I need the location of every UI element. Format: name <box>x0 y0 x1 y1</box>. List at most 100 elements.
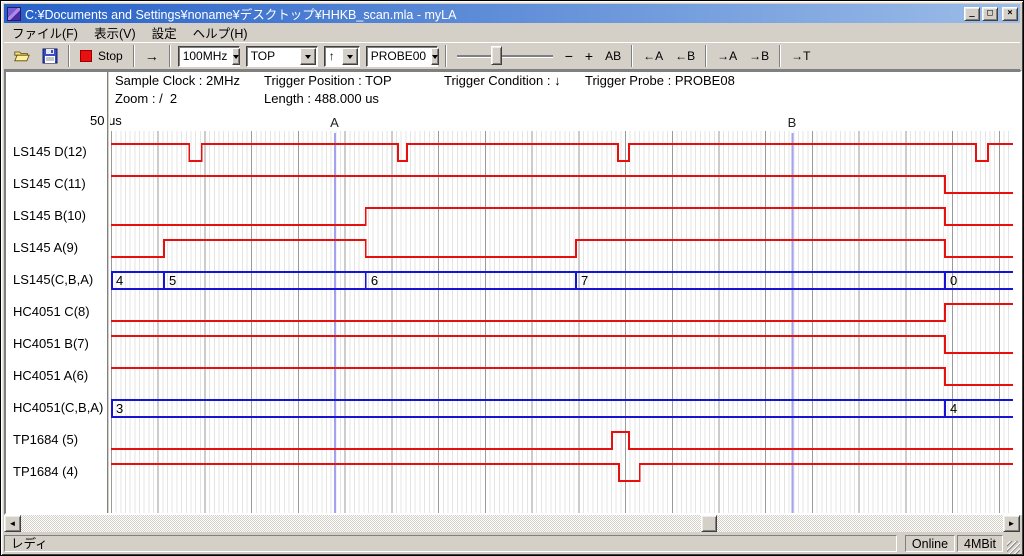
waveform-plot: 4567034 <box>111 131 1013 513</box>
bus-value: 7 <box>581 273 588 288</box>
goto-cursor-b-button[interactable]: →B <box>743 44 775 68</box>
bus-value: 5 <box>169 273 176 288</box>
run-single-button[interactable]: → <box>139 44 165 68</box>
trigger-edge-combo[interactable]: ↑ <box>324 46 360 67</box>
channel-label: HC4051 C(8) <box>13 303 90 321</box>
horizontal-scrollbar[interactable]: ◄ ► <box>4 515 1020 532</box>
stop-label: Stop <box>98 49 123 63</box>
channel-label: LS145 C(11) <box>13 175 86 193</box>
trigger-position-combo[interactable]: TOP <box>246 46 318 67</box>
close-button[interactable]: × <box>1002 7 1018 21</box>
menu-file[interactable]: ファイル(F) <box>4 21 86 44</box>
waveform-grid: 4567034 <box>111 131 1013 513</box>
sample-clock-combo[interactable]: 100MHz <box>178 46 240 67</box>
panel-divider[interactable] <box>107 72 110 513</box>
goto-cursor-a-button[interactable]: →A <box>711 44 743 68</box>
channel-label: LS145 B(10) <box>13 207 86 225</box>
toolbar-separator <box>445 45 447 67</box>
stop-icon <box>80 50 92 62</box>
zoom-slider-track <box>457 55 553 57</box>
trace-HC4051 C(8) <box>111 304 1013 321</box>
set-cursor-b-button[interactable]: ←B <box>669 44 701 68</box>
save-floppy-icon <box>42 48 58 64</box>
zoom-slider-thumb[interactable] <box>491 46 502 65</box>
zoom-info: Zoom : / 2 <box>115 91 177 106</box>
trace-TP1684 (5) <box>111 432 1013 449</box>
toolbar-separator <box>169 45 171 67</box>
trace-LS145 D(12) <box>111 144 1013 161</box>
trace-TP1684 (4) <box>111 464 1013 481</box>
trace-LS145 B(10) <box>111 208 1013 225</box>
chevron-down-icon[interactable] <box>300 48 316 65</box>
toolbar: Stop → 100MHz TOP ↑ PROBE00 − + AB ←A <box>4 42 1020 70</box>
set-cursor-a-button[interactable]: ←A <box>637 44 669 68</box>
stop-button[interactable]: Stop <box>74 44 129 68</box>
resize-grip[interactable] <box>1007 541 1020 554</box>
menubar: ファイル(F) 表示(V) 設定 ヘルプ(H) <box>4 23 1020 42</box>
bus-value: 3 <box>116 401 123 416</box>
trigger-position-info: Trigger Position : TOP <box>264 73 392 88</box>
cursor-labels: AB <box>111 115 1013 131</box>
channel-label-panel: LS145 D(12) LS145 C(11) LS145 B(10) LS145 A… <box>8 131 107 513</box>
toolbar-separator <box>779 45 781 67</box>
trigger-probe-value: PROBE00 <box>367 49 430 63</box>
menu-view[interactable]: 表示(V) <box>86 21 144 44</box>
bus-value: 6 <box>371 273 378 288</box>
zoom-in-button[interactable]: + <box>579 44 599 68</box>
status-message: レディ <box>4 535 897 552</box>
bus-LS145(C,B,A): 4 5 6 7 0 <box>111 272 1013 289</box>
toolbar-separator <box>631 45 633 67</box>
goto-trigger-button[interactable]: →T <box>785 44 816 68</box>
trigger-probe-info: Trigger Probe : PROBE08 <box>585 73 735 88</box>
sample-clock-value: 100MHz <box>179 49 232 63</box>
channel-label: TP1684 (5) <box>13 431 78 449</box>
app-icon <box>7 7 21 21</box>
trigger-condition-info: Trigger Condition : ↓ <box>444 73 561 88</box>
toolbar-separator <box>133 45 135 67</box>
save-file-button[interactable] <box>36 44 64 68</box>
app-window: C:¥Documents and Settings¥noname¥デスクトップ¥… <box>0 0 1024 556</box>
ab-range-button[interactable]: AB <box>599 44 627 68</box>
cursor-B-label: B <box>788 115 797 130</box>
length-info: Length : 488.000 us <box>264 91 379 106</box>
scroll-left-icon[interactable]: ◄ <box>4 515 21 532</box>
trace-LS145 A(9) <box>111 240 1013 257</box>
scroll-right-icon[interactable]: ► <box>1003 515 1020 532</box>
open-file-button[interactable] <box>8 44 36 68</box>
trace-LS145 C(11) <box>111 176 1013 193</box>
chevron-down-icon[interactable] <box>342 48 358 65</box>
channel-label: LS145 A(9) <box>13 239 78 257</box>
zoom-out-button[interactable]: − <box>559 44 579 68</box>
open-folder-icon <box>14 48 30 64</box>
zoom-slider[interactable] <box>457 45 553 67</box>
toolbar-separator <box>705 45 707 67</box>
channel-label: LS145(C,B,A) <box>13 271 93 289</box>
sample-clock-info: Sample Clock : 2MHz <box>115 73 240 88</box>
trigger-probe-combo[interactable]: PROBE00 <box>366 46 438 67</box>
bus-HC4051(C,B,A): 34 <box>111 400 1013 417</box>
menu-help[interactable]: ヘルプ(H) <box>185 21 256 44</box>
chevron-down-icon[interactable] <box>431 48 439 65</box>
status-online: Online <box>905 535 955 552</box>
status-memory: 4MBit <box>957 535 1003 552</box>
channel-label: LS145 D(12) <box>13 143 87 161</box>
bus-value: 4 <box>950 401 957 416</box>
scrollbar-thumb[interactable] <box>701 515 717 532</box>
channel-label: TP1684 (4) <box>13 463 78 481</box>
trace-HC4051 A(6) <box>111 368 1013 385</box>
statusbar: レディ Online 4MBit <box>4 533 1020 554</box>
chevron-down-icon[interactable] <box>232 48 240 65</box>
cursor-A-label: A <box>330 115 339 130</box>
channel-label: HC4051 A(6) <box>13 367 88 385</box>
trigger-position-value: TOP <box>247 49 299 63</box>
trigger-edge-value: ↑ <box>325 49 341 63</box>
trace-HC4051 B(7) <box>111 336 1013 353</box>
bus-value: 0 <box>950 273 957 288</box>
maximize-button[interactable]: □ <box>982 7 998 21</box>
bus-value: 4 <box>116 273 123 288</box>
menu-settings[interactable]: 設定 <box>144 21 185 44</box>
channel-label: HC4051(C,B,A) <box>13 399 103 417</box>
channel-label: HC4051 B(7) <box>13 335 89 353</box>
minimize-button[interactable]: _ <box>964 7 980 21</box>
toolbar-separator <box>68 45 70 67</box>
